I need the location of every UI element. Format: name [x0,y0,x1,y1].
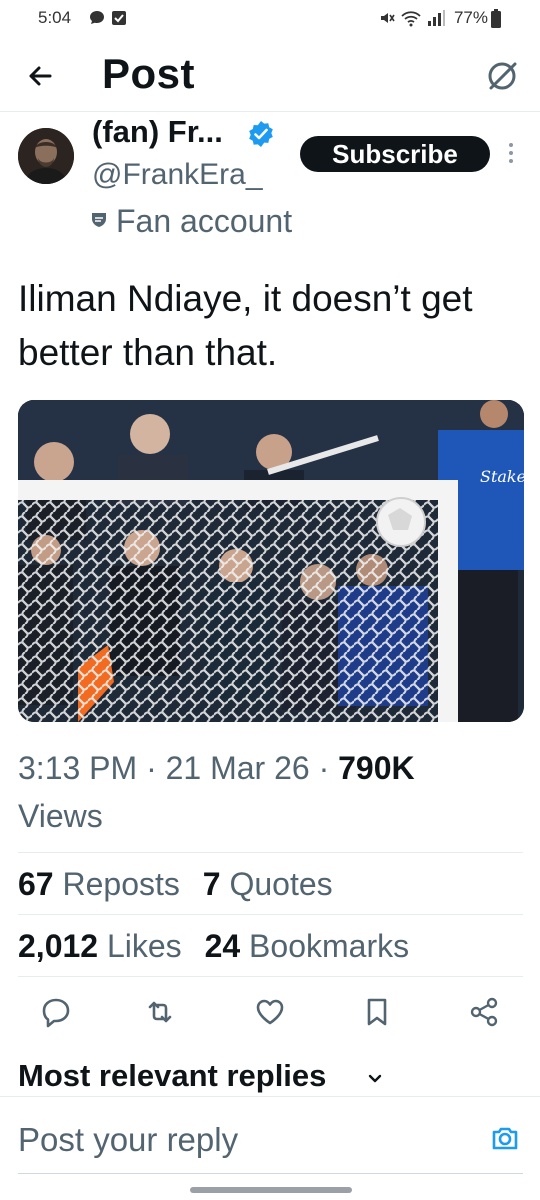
reply-input-underline [18,1173,523,1174]
page-title: Post [102,50,196,97]
likes-label: Likes [106,928,182,964]
quotes-label: Quotes [229,866,333,902]
replies-sort-title[interactable]: Most relevant replies [18,1058,326,1094]
reposts-stat[interactable]: 67 Reposts [18,866,180,902]
likes-stat[interactable]: 2,012 Likes [18,928,182,964]
signal-icon [428,10,445,26]
author-handle[interactable]: @FrankEra_ [92,158,263,192]
mute-icon [381,13,395,23]
tweet-text: Iliman Ndiaye, it doesn’t get better tha… [18,278,473,373]
divider [18,914,523,915]
chat-notification-icon [90,11,104,24]
divider [18,852,523,853]
subscribe-button[interactable]: Subscribe [300,136,490,172]
back-arrow-icon[interactable] [22,58,58,94]
divider [18,976,523,977]
battery-percent: 77% [453,8,488,27]
home-indicator[interactable] [190,1187,352,1193]
bookmarks-count: 24 [204,928,241,964]
tweet-date: 21 Mar 26 [165,750,310,786]
status-time: 5:04 [38,8,72,27]
fan-account-icon [92,213,106,227]
bookmarks-stat[interactable]: 24 Bookmarks [205,928,410,964]
reply-input[interactable] [18,1117,458,1163]
fan-account-label: Fan account [116,203,293,239]
author-avatar[interactable] [18,128,74,184]
football-goal-photo: Stake [18,400,524,722]
views-count: 790K [338,750,415,786]
reply-composer [0,1096,540,1200]
battery-icon [491,9,501,28]
camera-icon[interactable] [490,1123,520,1153]
status-bar: 5:04 77% [0,0,540,40]
grok-icon[interactable] [482,56,522,96]
more-options-icon[interactable] [506,140,516,166]
reposts-count: 67 [18,866,54,902]
stats-row-likes: 2,012 Likes 24 Bookmarks [18,928,423,965]
download-notification-icon [112,11,126,25]
bookmark-icon[interactable] [359,994,395,1030]
svg-text:Stake: Stake [480,467,524,486]
author-display-name[interactable]: (fan) Fr... [92,114,223,150]
post-header: Post [0,40,540,112]
bookmarks-label: Bookmarks [249,928,410,964]
quotes-stat[interactable]: 7 Quotes [203,866,333,902]
repost-icon[interactable] [142,994,178,1030]
tweet-meta: 3:13 PM · 21 Mar 26 · 790K Views [18,750,415,834]
avatar-image [18,128,74,184]
chevron-down-icon[interactable] [366,1070,384,1088]
tweet-media-image[interactable]: Stake [18,400,524,722]
stats-row-reposts: 67 Reposts 7 Quotes [18,866,347,903]
like-heart-icon[interactable] [252,994,288,1030]
likes-count: 2,012 [18,928,99,964]
reply-icon[interactable] [38,994,74,1030]
reposts-label: Reposts [62,866,180,902]
wifi-icon [401,11,421,27]
quotes-count: 7 [202,866,221,902]
share-icon[interactable] [466,994,502,1030]
tweet-time: 3:13 PM [18,750,138,786]
verified-badge-icon [249,121,273,147]
views-label: Views [18,798,103,834]
